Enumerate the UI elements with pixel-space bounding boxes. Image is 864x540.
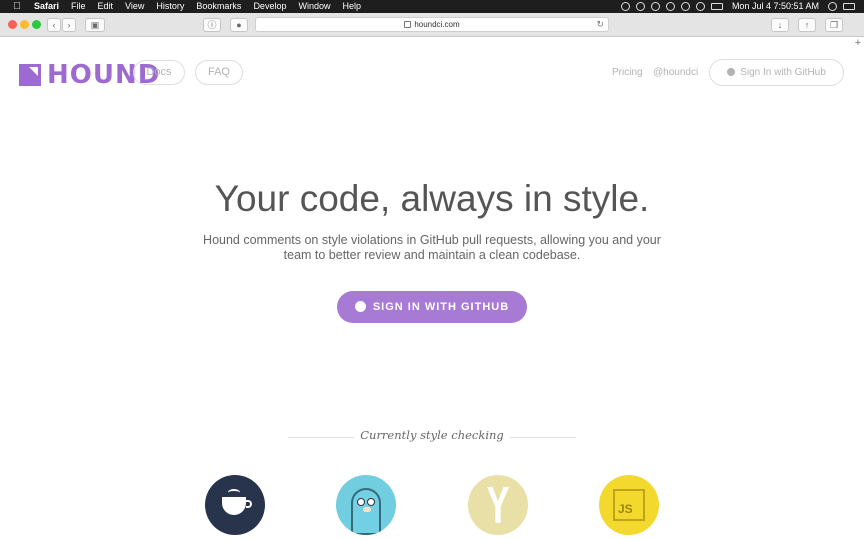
forward-button[interactable]: › <box>62 18 76 32</box>
coffeescript-icon <box>205 475 265 535</box>
sidebar-button[interactable]: ▣ <box>85 18 105 32</box>
scss-lint-icon <box>468 475 528 535</box>
url-text: houndci.com <box>414 20 460 29</box>
status-check-icon[interactable] <box>620 2 630 11</box>
javascript-icon: JS <box>599 475 659 535</box>
lock-icon <box>404 21 412 29</box>
menu-history[interactable]: History <box>156 0 184 13</box>
github-icon <box>354 301 366 312</box>
steam-shape <box>228 489 240 496</box>
branch-shape <box>487 487 509 523</box>
hero-subtitle: Hound comments on style violations in Gi… <box>203 233 661 262</box>
signin-with-github-button[interactable]: SIGN IN WITH GITHUB <box>337 291 527 323</box>
gopher-eye-right <box>367 498 375 506</box>
tabs-overview-button[interactable]: ❐ <box>825 18 843 32</box>
menu-edit[interactable]: Edit <box>98 0 114 13</box>
info-icon[interactable] <box>665 2 675 11</box>
wifi-icon[interactable] <box>695 2 705 11</box>
location-icon[interactable] <box>650 2 660 11</box>
chevron-right-icon: › <box>67 20 71 30</box>
gopher-body <box>351 488 381 535</box>
minimize-window-button[interactable] <box>20 20 29 29</box>
go-gopher-icon <box>336 475 396 535</box>
menu-bar:  Safari File Edit View History Bookmark… <box>0 0 864 13</box>
menu-file[interactable]: File <box>71 0 86 13</box>
back-button[interactable]: ‹ <box>47 18 61 32</box>
menu-view[interactable]: View <box>125 0 144 13</box>
section-title: Currently style checking <box>360 428 504 442</box>
apple-icon[interactable]:  <box>12 1 22 12</box>
extension-button[interactable]: ● <box>230 18 248 32</box>
download-icon: ↓ <box>777 20 783 30</box>
chevron-left-icon: ‹ <box>52 20 56 30</box>
privacy-report-button[interactable]: ⓘ <box>203 18 221 32</box>
cta-label: SIGN IN WITH GITHUB <box>372 301 510 313</box>
pricing-link[interactable]: Pricing <box>612 67 643 78</box>
battery-icon[interactable] <box>710 3 723 10</box>
browser-toolbar: ‹ › ▣ ⓘ ● houndci.com ↻ ↓ ↑ ❐ + <box>0 13 864 49</box>
status-block-icon[interactable] <box>635 2 645 11</box>
hound-logo-icon <box>19 64 41 86</box>
js-label: JS <box>618 502 633 516</box>
menu-develop[interactable]: Develop <box>253 0 286 13</box>
menu-window[interactable]: Window <box>298 0 330 13</box>
faq-link[interactable]: FAQ <box>195 60 243 85</box>
downloads-button[interactable]: ↓ <box>771 18 789 32</box>
twitter-link[interactable]: @houndci <box>653 67 698 78</box>
info-icon: ⓘ <box>207 20 217 30</box>
header-signin-button[interactable]: Sign In with GitHub <box>709 59 844 86</box>
shield-icon: ● <box>236 20 242 30</box>
github-icon <box>727 68 736 76</box>
header-signin-label: Sign In with GitHub <box>740 67 826 78</box>
menu-clock[interactable]: Mon Jul 4 7:50:51 AM <box>732 0 819 13</box>
share-button[interactable]: ↑ <box>798 18 816 32</box>
menu-bookmarks[interactable]: Bookmarks <box>196 0 241 13</box>
notification-center-icon[interactable] <box>843 3 855 10</box>
gopher-snout <box>363 507 371 512</box>
reload-icon[interactable]: ↻ <box>596 18 604 31</box>
cup-shape <box>222 497 252 515</box>
zoom-window-button[interactable] <box>32 20 41 29</box>
bluetooth-icon[interactable] <box>680 2 690 11</box>
close-window-button[interactable] <box>8 20 17 29</box>
tabs-icon: ❐ <box>829 20 839 30</box>
menu-app-name[interactable]: Safari <box>34 0 59 13</box>
menu-extras: Mon Jul 4 7:50:51 AM <box>618 0 858 13</box>
spotlight-icon[interactable] <box>828 2 837 11</box>
new-tab-button[interactable]: + <box>852 37 864 49</box>
address-bar[interactable]: houndci.com ↻ <box>255 17 609 32</box>
docs-link[interactable]: Docs <box>133 60 185 85</box>
plus-icon: + <box>854 37 862 49</box>
menu-help[interactable]: Help <box>342 0 361 13</box>
hero-title: Your code, always in style. <box>214 178 650 219</box>
sidebar-icon: ▣ <box>90 20 100 30</box>
share-icon: ↑ <box>804 20 810 30</box>
gopher-eye-left <box>357 498 365 506</box>
